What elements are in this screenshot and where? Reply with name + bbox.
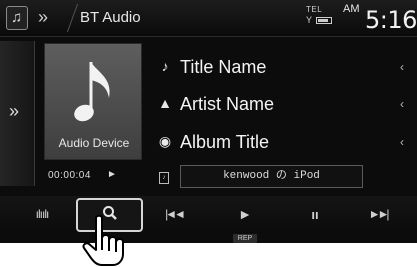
artist-row: ▲ Artist Name ‹: [158, 92, 408, 118]
repeat-badge: REP: [233, 234, 257, 243]
scroll-chevron-icon[interactable]: ‹: [400, 135, 404, 149]
album-artwork: Audio Device: [44, 43, 142, 160]
source-button[interactable]: ♫: [6, 6, 28, 30]
band-indicator: AM: [343, 3, 360, 15]
album-row: ◉ Album Title ‹: [158, 130, 408, 156]
equalizer-icon[interactable]: ılıılı: [28, 196, 56, 233]
screen: ♫ » BT Audio TEL Y AM 5:16 » Audio Devic…: [0, 0, 417, 243]
note-icon: ♪: [161, 58, 169, 74]
clock: 5:16: [365, 6, 417, 34]
header-separator: [56, 4, 79, 32]
person-icon: ▲: [158, 95, 172, 111]
device-name: kenwood の iPod: [180, 165, 363, 188]
expand-chevron-icon: »: [9, 101, 20, 121]
battery-icon: [316, 17, 332, 24]
nav-chevron-icon[interactable]: »: [38, 7, 48, 27]
source-title: BT Audio: [80, 9, 141, 26]
header-bar: ♫ » BT Audio TEL Y AM 5:16: [0, 0, 417, 37]
pointing-hand-icon: [82, 214, 124, 266]
scroll-chevron-icon[interactable]: ‹: [400, 97, 404, 111]
album-title: Album Title: [180, 132, 270, 152]
pause-button[interactable]: ıı: [300, 196, 330, 233]
previous-track-button[interactable]: |◄◄: [153, 196, 195, 233]
tel-label: TEL: [306, 5, 323, 14]
music-note-icon: ♫: [11, 9, 23, 26]
disc-icon: ◉: [158, 133, 172, 149]
signal-icon: Y: [306, 15, 313, 25]
side-expand-tab[interactable]: »: [0, 41, 35, 186]
device-icon: ♪: [159, 172, 169, 184]
elapsed-time: 00:00:04: [48, 170, 91, 181]
artist-name: Artist Name: [180, 94, 275, 114]
play-button[interactable]: ►: [230, 196, 260, 233]
track-title: Title Name: [180, 57, 267, 77]
artwork-device-label: Audio Device: [58, 136, 130, 150]
play-state-icon: ►: [107, 169, 117, 180]
track-title-row: ♪ Title Name ‹: [158, 55, 408, 81]
music-note-icon: [74, 62, 110, 122]
scroll-chevron-icon[interactable]: ‹: [400, 60, 404, 74]
next-track-button[interactable]: ►►|: [355, 196, 400, 233]
